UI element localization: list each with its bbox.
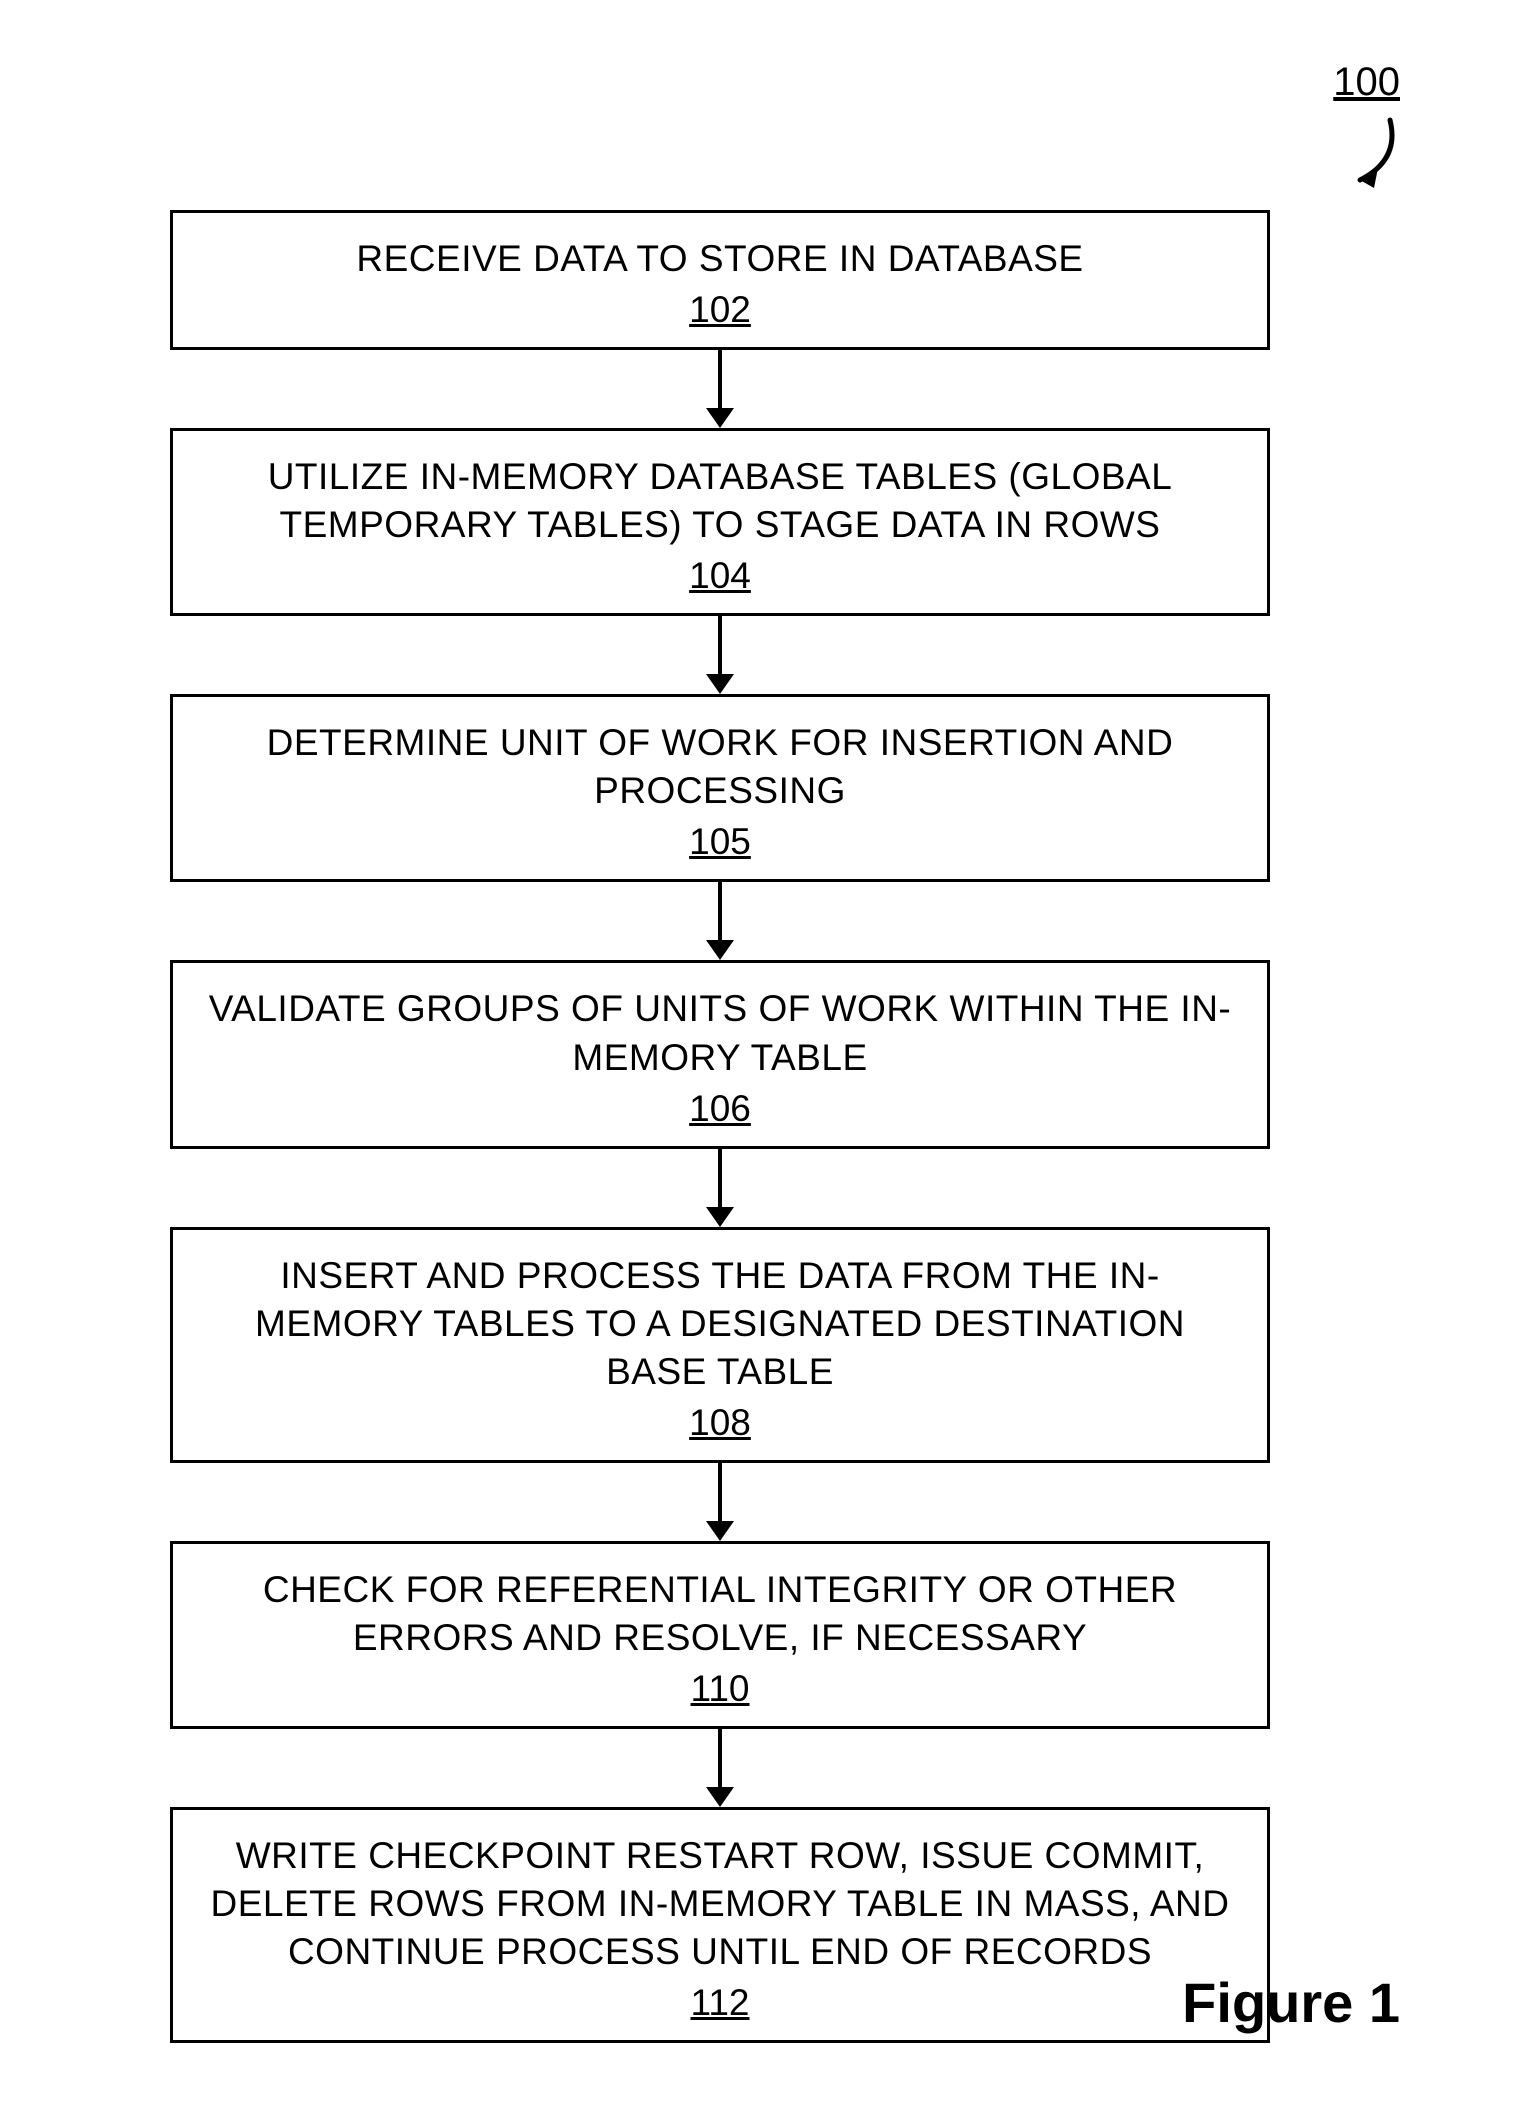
flow-step-text: CHECK FOR REFERENTIAL INTEGRITY OR OTHER… [201, 1566, 1239, 1662]
flow-connector [706, 350, 734, 428]
flow-step-ref: 106 [689, 1088, 751, 1130]
flow-step-ref: 112 [691, 1982, 750, 2024]
flow-step-108: INSERT AND PROCESS THE DATA FROM THE IN-… [170, 1227, 1270, 1463]
flow-step-text: INSERT AND PROCESS THE DATA FROM THE IN-… [201, 1252, 1239, 1396]
figure-caption: Figure 1 [1182, 1970, 1400, 2035]
flow-step-ref: 102 [689, 289, 751, 331]
flow-step-ref: 104 [689, 555, 751, 597]
flow-step-112: WRITE CHECKPOINT RESTART ROW, ISSUE COMM… [170, 1807, 1270, 2043]
flow-connector [706, 616, 734, 694]
arrow-down-icon [706, 1207, 734, 1227]
arrow-down-icon [706, 940, 734, 960]
flow-step-text: WRITE CHECKPOINT RESTART ROW, ISSUE COMM… [201, 1832, 1239, 1976]
connector-line [718, 1729, 722, 1789]
flow-step-106: VALIDATE GROUPS OF UNITS OF WORK WITHIN … [170, 960, 1270, 1148]
page: 100 RECEIVE DATA TO STORE IN DATABASE 10… [0, 0, 1520, 2125]
flow-connector [706, 1149, 734, 1227]
flow-step-text: VALIDATE GROUPS OF UNITS OF WORK WITHIN … [201, 985, 1239, 1081]
arrow-down-icon [706, 408, 734, 428]
flow-step-text: DETERMINE UNIT OF WORK FOR INSERTION AND… [201, 719, 1239, 815]
connector-line [718, 1463, 722, 1523]
arrow-down-icon [706, 1787, 734, 1807]
flow-step-ref: 110 [691, 1668, 750, 1710]
flow-step-text: RECEIVE DATA TO STORE IN DATABASE [356, 235, 1083, 283]
flowchart: RECEIVE DATA TO STORE IN DATABASE 102 UT… [170, 210, 1270, 2043]
flow-connector [706, 882, 734, 960]
flow-connector [706, 1729, 734, 1807]
diagram-number-label: 100 [1333, 60, 1400, 105]
curved-arrow-icon [1320, 110, 1410, 200]
flow-step-105: DETERMINE UNIT OF WORK FOR INSERTION AND… [170, 694, 1270, 882]
flow-step-104: UTILIZE IN-MEMORY DATABASE TABLES (GLOBA… [170, 428, 1270, 616]
connector-line [718, 882, 722, 942]
flow-step-110: CHECK FOR REFERENTIAL INTEGRITY OR OTHER… [170, 1541, 1270, 1729]
arrow-down-icon [706, 1521, 734, 1541]
flow-step-102: RECEIVE DATA TO STORE IN DATABASE 102 [170, 210, 1270, 350]
connector-line [718, 616, 722, 676]
flow-connector [706, 1463, 734, 1541]
connector-line [718, 350, 722, 410]
flow-step-ref: 105 [689, 821, 751, 863]
arrow-down-icon [706, 674, 734, 694]
flow-step-text: UTILIZE IN-MEMORY DATABASE TABLES (GLOBA… [201, 453, 1239, 549]
connector-line [718, 1149, 722, 1209]
flow-step-ref: 108 [689, 1402, 751, 1444]
